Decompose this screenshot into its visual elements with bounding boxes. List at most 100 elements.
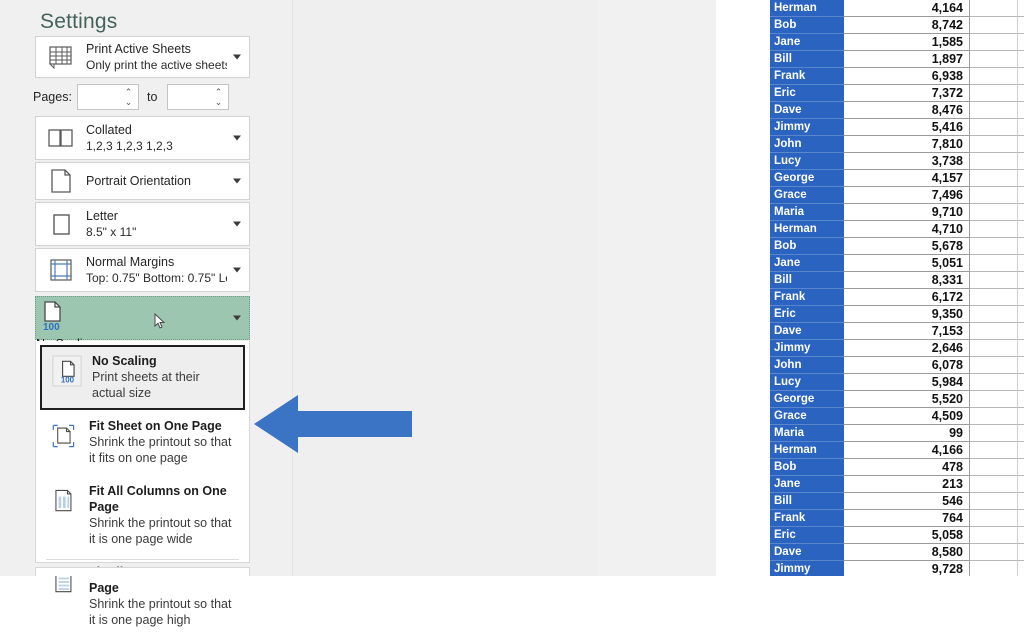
cell-value[interactable]: 4,157	[844, 170, 970, 187]
table-row[interactable]: Jimmy 9,728	[716, 561, 1024, 576]
spinner-up-icon[interactable]: ⌃	[214, 88, 223, 97]
table-row[interactable]: Dave 8,580	[716, 544, 1024, 561]
cell-empty[interactable]	[970, 425, 1018, 442]
spinner-down-icon[interactable]: ⌄	[214, 98, 223, 107]
table-row[interactable]: Frank 6,938	[716, 68, 1024, 85]
table-row[interactable]: Lucy 3,738	[716, 153, 1024, 170]
table-row[interactable]: Herman 4,164	[716, 0, 1024, 17]
cell-empty[interactable]	[970, 493, 1018, 510]
cell-value[interactable]: 5,051	[844, 255, 970, 272]
cell-name[interactable]: Frank	[770, 510, 844, 527]
table-row[interactable]: Bob 8,742	[716, 17, 1024, 34]
cell-value[interactable]: 8,742	[844, 17, 970, 34]
cell-name[interactable]: Grace	[770, 408, 844, 425]
cell-name[interactable]: Herman	[770, 0, 844, 17]
cell-name[interactable]: Eric	[770, 306, 844, 323]
collation-dropdown[interactable]: Collated 1,2,3 1,2,3 1,2,3	[35, 116, 250, 160]
cell-empty[interactable]	[1018, 544, 1024, 561]
chevron-down-icon[interactable]	[233, 178, 241, 184]
table-row[interactable]: Frank 6,172	[716, 289, 1024, 306]
cell-empty[interactable]	[970, 153, 1018, 170]
cell-name[interactable]: Bob	[770, 238, 844, 255]
cell-name[interactable]: Frank	[770, 68, 844, 85]
table-row[interactable]: Bob 478	[716, 459, 1024, 476]
cell-name[interactable]: Herman	[770, 221, 844, 238]
cell-value[interactable]: 1,897	[844, 51, 970, 68]
cell-empty[interactable]	[970, 374, 1018, 391]
cell-name[interactable]: Eric	[770, 85, 844, 102]
cell-value[interactable]: 9,728	[844, 561, 970, 576]
cell-name[interactable]: Jimmy	[770, 340, 844, 357]
table-row[interactable]: Herman 4,710	[716, 221, 1024, 238]
cell-name[interactable]: Maria	[770, 425, 844, 442]
cell-empty[interactable]	[970, 68, 1018, 85]
cell-value[interactable]: 8,476	[844, 102, 970, 119]
pages-from-input[interactable]: ⌃ ⌄	[77, 84, 139, 110]
table-row[interactable]: Lucy 5,984	[716, 374, 1024, 391]
cell-value[interactable]: 9,710	[844, 204, 970, 221]
cell-value[interactable]: 6,078	[844, 357, 970, 374]
table-row[interactable]: Jane 5,051	[716, 255, 1024, 272]
cell-empty[interactable]	[1018, 51, 1024, 68]
cell-empty[interactable]	[1018, 561, 1024, 576]
cell-empty[interactable]	[970, 340, 1018, 357]
cell-empty[interactable]	[970, 255, 1018, 272]
table-row[interactable]: Dave 8,476	[716, 102, 1024, 119]
cell-empty[interactable]	[970, 34, 1018, 51]
cell-value[interactable]: 4,509	[844, 408, 970, 425]
cell-empty[interactable]	[1018, 221, 1024, 238]
cell-value[interactable]: 3,738	[844, 153, 970, 170]
cell-value[interactable]: 478	[844, 459, 970, 476]
table-row[interactable]: Bill 8,331	[716, 272, 1024, 289]
spinner-up-icon[interactable]: ⌃	[124, 88, 133, 97]
cell-value[interactable]: 4,710	[844, 221, 970, 238]
cell-empty[interactable]	[1018, 153, 1024, 170]
cell-empty[interactable]	[970, 238, 1018, 255]
table-row[interactable]: George 4,157	[716, 170, 1024, 187]
cell-name[interactable]: Dave	[770, 323, 844, 340]
cell-empty[interactable]	[1018, 510, 1024, 527]
cell-empty[interactable]	[1018, 306, 1024, 323]
cell-empty[interactable]	[970, 0, 1018, 17]
table-row[interactable]: John 6,078	[716, 357, 1024, 374]
table-row[interactable]: Bill 546	[716, 493, 1024, 510]
table-row[interactable]: Grace 7,496	[716, 187, 1024, 204]
cell-name[interactable]: Bill	[770, 51, 844, 68]
cell-value[interactable]: 7,153	[844, 323, 970, 340]
cell-empty[interactable]	[1018, 34, 1024, 51]
cell-empty[interactable]	[970, 408, 1018, 425]
cell-empty[interactable]	[1018, 425, 1024, 442]
cell-empty[interactable]	[1018, 493, 1024, 510]
cell-name[interactable]: Bill	[770, 272, 844, 289]
cell-empty[interactable]	[1018, 374, 1024, 391]
cell-empty[interactable]	[1018, 187, 1024, 204]
chevron-down-icon[interactable]	[233, 267, 241, 273]
margins-dropdown[interactable]: Normal Margins Top: 0.75" Bottom: 0.75" …	[35, 248, 250, 292]
cell-empty[interactable]	[970, 204, 1018, 221]
cell-empty[interactable]	[970, 221, 1018, 238]
table-row[interactable]: Maria 99	[716, 425, 1024, 442]
table-row[interactable]: Eric 9,350	[716, 306, 1024, 323]
cell-empty[interactable]	[1018, 408, 1024, 425]
cell-empty[interactable]	[1018, 68, 1024, 85]
cell-empty[interactable]	[970, 476, 1018, 493]
cell-empty[interactable]	[970, 357, 1018, 374]
cell-empty[interactable]	[1018, 170, 1024, 187]
cell-empty[interactable]	[1018, 289, 1024, 306]
spinner-down-icon[interactable]: ⌄	[124, 98, 133, 107]
cell-name[interactable]: Lucy	[770, 374, 844, 391]
cell-empty[interactable]	[1018, 476, 1024, 493]
cell-name[interactable]: Grace	[770, 187, 844, 204]
cell-empty[interactable]	[1018, 272, 1024, 289]
cell-name[interactable]: John	[770, 357, 844, 374]
paper-size-dropdown[interactable]: Letter 8.5" x 11"	[35, 202, 250, 246]
cell-value[interactable]: 5,678	[844, 238, 970, 255]
cell-empty[interactable]	[970, 544, 1018, 561]
cell-empty[interactable]	[1018, 238, 1024, 255]
cell-value[interactable]: 5,058	[844, 527, 970, 544]
cell-value[interactable]: 7,372	[844, 85, 970, 102]
menu-item-fit-sheet-one-page[interactable]: Fit Sheet on One Page Shrink the printou…	[36, 410, 249, 475]
table-row[interactable]: Bob 5,678	[716, 238, 1024, 255]
cell-value[interactable]: 2,646	[844, 340, 970, 357]
cell-empty[interactable]	[1018, 391, 1024, 408]
